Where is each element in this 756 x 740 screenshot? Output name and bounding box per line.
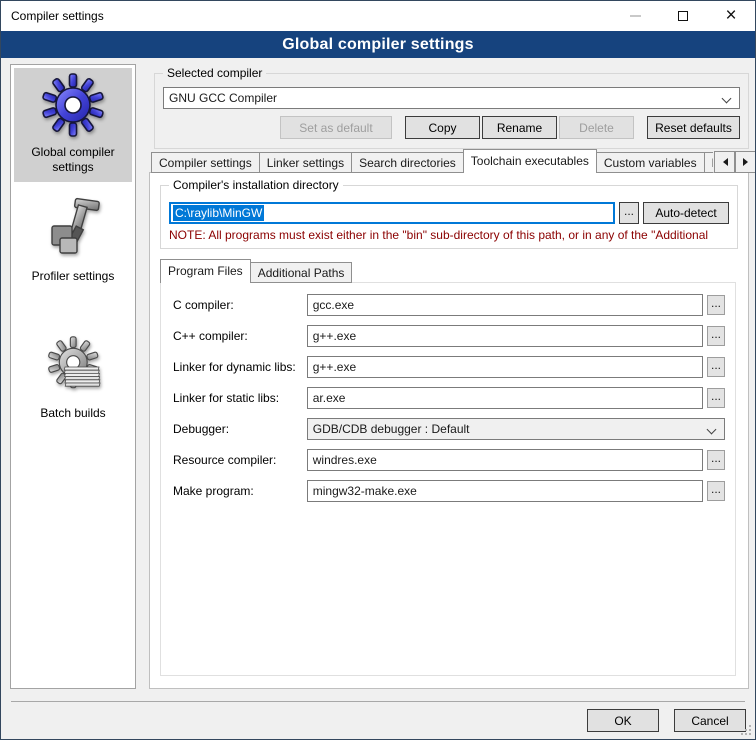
tab-scroll-right-button[interactable]: [735, 151, 756, 173]
field-row-linker-dynamic: Linker for dynamic libs: g++.exe ...: [173, 356, 725, 378]
resource-compiler-label: Resource compiler:: [173, 453, 307, 467]
cpp-compiler-label: C++ compiler:: [173, 329, 307, 343]
close-button[interactable]: ×: [707, 1, 755, 31]
selected-compiler-value: GNU GCC Compiler: [169, 91, 277, 105]
linker-dynamic-input[interactable]: g++.exe: [307, 356, 703, 378]
selected-compiler-group-label: Selected compiler: [163, 66, 266, 80]
sidebar-item-batch-builds[interactable]: Batch builds: [14, 329, 132, 428]
make-program-input[interactable]: mingw32-make.exe: [307, 480, 703, 502]
resource-compiler-input[interactable]: windres.exe: [307, 449, 703, 471]
selected-compiler-group: Selected compiler GNU GCC Compiler Set a…: [154, 73, 749, 149]
set-as-default-button[interactable]: Set as default: [280, 116, 392, 139]
tab-toolchain-executables[interactable]: Toolchain executables: [463, 149, 597, 173]
field-row-c-compiler: C compiler: gcc.exe ...: [173, 294, 725, 316]
field-row-linker-static: Linker for static libs: ar.exe ...: [173, 387, 725, 409]
linker-dynamic-browse-button[interactable]: ...: [707, 357, 725, 377]
tab-scroll-left-button[interactable]: [714, 151, 735, 173]
program-files-page: C compiler: gcc.exe ... C++ compiler: g+…: [160, 282, 736, 676]
subtab-program-files[interactable]: Program Files: [160, 259, 251, 283]
auto-detect-button[interactable]: Auto-detect: [643, 202, 729, 224]
delete-button[interactable]: Delete: [559, 116, 634, 139]
tab-linker-settings[interactable]: Linker settings: [259, 152, 352, 173]
minimize-icon: [630, 15, 641, 17]
linker-static-browse-button[interactable]: ...: [707, 388, 725, 408]
tab-custom-variables[interactable]: Custom variables: [596, 152, 705, 173]
linker-static-input[interactable]: ar.exe: [307, 387, 703, 409]
page-title: Global compiler settings: [282, 36, 474, 54]
main-tabstrip: Compiler settings Linker settings Search…: [151, 149, 713, 173]
window-title: Compiler settings: [1, 9, 104, 23]
make-program-browse-button[interactable]: ...: [707, 481, 725, 501]
compiler-buttons-row: Set as default Copy Rename Delete Reset …: [163, 116, 740, 139]
right-arrow-icon: [743, 158, 752, 166]
settings-sidebar: Global compiler settings Prof: [10, 64, 136, 689]
cancel-button[interactable]: Cancel: [674, 709, 746, 732]
window-controls: ×: [611, 1, 755, 31]
note-text: NOTE: All programs must exist either in …: [169, 228, 735, 242]
c-compiler-browse-button[interactable]: ...: [707, 295, 725, 315]
blue-gear-icon: [41, 73, 105, 137]
toolchain-executables-page: Compiler's installation directory C:\ray…: [149, 172, 749, 689]
c-compiler-input[interactable]: gcc.exe: [307, 294, 703, 316]
sidebar-item-label: Global compiler settings: [16, 145, 130, 175]
close-icon: ×: [725, 6, 736, 25]
resource-compiler-browse-button[interactable]: ...: [707, 450, 725, 470]
copy-button[interactable]: Copy: [405, 116, 480, 139]
sidebar-item-label: Batch builds: [16, 406, 130, 421]
minimize-button[interactable]: [611, 1, 659, 31]
linker-dynamic-label: Linker for dynamic libs:: [173, 360, 307, 374]
reset-defaults-button[interactable]: Reset defaults: [647, 116, 740, 139]
left-arrow-icon: [719, 158, 728, 166]
footer-divider: [11, 701, 745, 702]
sidebar-item-label: Profiler settings: [16, 269, 130, 284]
cpp-compiler-input[interactable]: g++.exe: [307, 325, 703, 347]
compiler-settings-dialog: Compiler settings × Global compiler sett…: [0, 0, 756, 740]
linker-static-label: Linker for static libs:: [173, 391, 307, 405]
caliper-icon: [41, 197, 105, 261]
dialog-header: Global compiler settings: [1, 31, 755, 58]
gray-gear-stack-icon: [41, 334, 105, 398]
sidebar-item-global-compiler-settings[interactable]: Global compiler settings: [14, 68, 132, 182]
installation-directory-row: C:\raylib\MinGW ... Auto-detect: [169, 202, 729, 224]
titlebar: Compiler settings ×: [1, 1, 755, 31]
chevron-down-icon: [722, 94, 732, 104]
debugger-dropdown[interactable]: GDB/CDB debugger : Default: [307, 418, 725, 440]
debugger-label: Debugger:: [173, 422, 307, 436]
installation-directory-group: Compiler's installation directory C:\ray…: [160, 185, 738, 249]
cpp-compiler-browse-button[interactable]: ...: [707, 326, 725, 346]
field-row-cpp-compiler: C++ compiler: g++.exe ...: [173, 325, 725, 347]
field-row-make-program: Make program: mingw32-make.exe ...: [173, 480, 725, 502]
make-program-label: Make program:: [173, 484, 307, 498]
chevron-down-icon: [707, 425, 717, 435]
sidebar-item-profiler-settings[interactable]: Profiler settings: [14, 192, 132, 291]
tab-compiler-settings[interactable]: Compiler settings: [151, 152, 260, 173]
c-compiler-label: C compiler:: [173, 298, 307, 312]
tab-search-directories[interactable]: Search directories: [351, 152, 464, 173]
field-row-debugger: Debugger: GDB/CDB debugger : Default: [173, 418, 725, 440]
installation-directory-input[interactable]: C:\raylib\MinGW: [169, 202, 615, 224]
installation-directory-group-label: Compiler's installation directory: [169, 178, 343, 192]
selected-compiler-dropdown[interactable]: GNU GCC Compiler: [163, 87, 740, 109]
maximize-button[interactable]: [659, 1, 707, 31]
installation-directory-browse-button[interactable]: ...: [619, 202, 639, 224]
resize-grip[interactable]: [741, 725, 751, 735]
installation-directory-value: C:\raylib\MinGW: [173, 205, 264, 221]
maximize-icon: [678, 11, 688, 21]
subtab-additional-paths[interactable]: Additional Paths: [250, 262, 353, 283]
rename-button[interactable]: Rename: [482, 116, 557, 139]
ok-button[interactable]: OK: [587, 709, 659, 732]
tab-build-options[interactable]: Build options: [704, 152, 713, 173]
debugger-value: GDB/CDB debugger : Default: [313, 422, 470, 436]
field-row-resource-compiler: Resource compiler: windres.exe ...: [173, 449, 725, 471]
sub-tabstrip: Program Files Additional Paths: [160, 259, 352, 283]
